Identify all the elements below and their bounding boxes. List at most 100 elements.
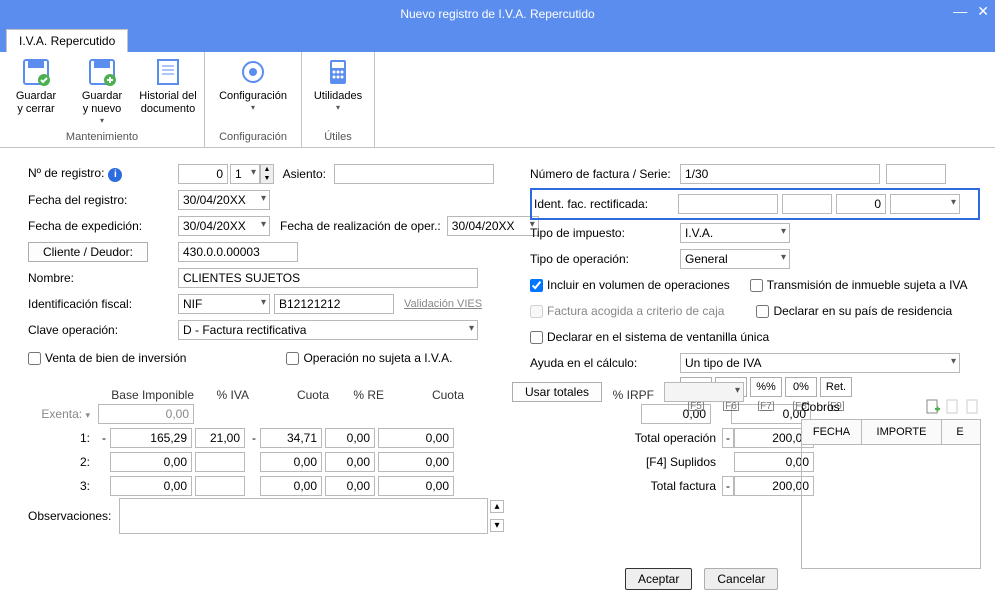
btn-pctpct[interactable]: %%: [750, 377, 782, 397]
total-factura-label: Total factura: [592, 479, 722, 493]
gh-base: Base Imponible: [98, 388, 198, 402]
identrect-label: Ident. fac. rectificada:: [534, 197, 678, 211]
chk-volumen[interactable]: Incluir en volumen de operaciones: [530, 278, 730, 292]
info-icon[interactable]: i: [108, 168, 122, 182]
idfiscal-type-select[interactable]: NIF: [178, 294, 270, 314]
hint-f6: [F6]: [715, 401, 747, 412]
history-button[interactable]: Historial del documento: [138, 56, 198, 116]
cobros-add-icon[interactable]: [925, 399, 941, 415]
suplidos-label: [F4] Suplidos: [592, 455, 722, 469]
tab-iva-repercutido[interactable]: I.V.A. Repercutido: [6, 29, 128, 52]
validacion-vies-link[interactable]: Validación VIES: [404, 298, 482, 310]
aceptar-button[interactable]: Aceptar: [625, 568, 692, 590]
row2-cuota2[interactable]: 0,00: [378, 452, 454, 472]
save-new-icon: [86, 56, 118, 88]
row-exenta-label: Exenta: ▾: [28, 407, 98, 421]
row1-cuota2[interactable]: 0,00: [378, 428, 454, 448]
row2-re[interactable]: 0,00: [325, 452, 375, 472]
close-icon[interactable]: ✕: [977, 4, 989, 18]
irpf-type-select: [664, 382, 744, 402]
ayuda-calculo-select[interactable]: Un tipo de IVA: [680, 353, 960, 373]
btn-0pct[interactable]: 0%: [785, 377, 817, 397]
window-title: Nuevo registro de I.V.A. Repercutido: [400, 7, 594, 21]
tipooperacion-label: Tipo de operación:: [530, 252, 680, 266]
tabstrip: I.V.A. Repercutido: [0, 28, 995, 52]
save-close-icon: [20, 56, 52, 88]
gh-cuota: Cuota: [253, 388, 333, 402]
identrect-input-1[interactable]: [678, 194, 778, 214]
nregistro-series-select[interactable]: 1: [230, 164, 260, 184]
fecha-expedicion-label: Fecha de expedición:: [28, 219, 178, 233]
config-button[interactable]: Configuración ▾: [211, 56, 295, 112]
ribbon: Guardar y cerrar Guardar y nuevo ▾ Histo…: [0, 52, 995, 148]
totfac-sign: -: [722, 476, 734, 496]
observaciones-input[interactable]: [119, 498, 488, 534]
fecha-oper-label: Fecha de realización de oper.:: [280, 219, 441, 233]
row3-base[interactable]: 0,00: [110, 476, 192, 496]
idfiscal-input[interactable]: [274, 294, 394, 314]
row1-label: 1:: [28, 431, 98, 445]
totop-sign: -: [722, 428, 734, 448]
clave-operacion-select[interactable]: D - Factura rectificativa: [178, 320, 478, 340]
history-icon: [152, 56, 184, 88]
chk-residencia[interactable]: Declarar en su país de residencia: [756, 304, 952, 318]
nregistro-input[interactable]: [178, 164, 228, 184]
cobros-col-e: E: [942, 420, 978, 444]
row3-iva[interactable]: [195, 476, 245, 496]
cliente-input[interactable]: [178, 242, 298, 262]
row2-base[interactable]: 0,00: [110, 452, 192, 472]
btn-ret[interactable]: Ret.: [820, 377, 852, 397]
cobros-table[interactable]: FECHA IMPORTE E: [801, 419, 981, 569]
asiento-input[interactable]: [334, 164, 494, 184]
numfactura-serie-input[interactable]: [886, 164, 946, 184]
tipooperacion-select[interactable]: General: [680, 249, 790, 269]
row1-cuota-sign: -: [248, 431, 260, 445]
asiento-label: Asiento:: [274, 167, 334, 181]
utils-button[interactable]: Utilidades ▾: [308, 56, 368, 112]
identrect-input-2[interactable]: [782, 194, 832, 214]
chk-no-sujeta[interactable]: Operación no sujeta a I.V.A.: [286, 351, 452, 365]
fecha-registro-input[interactable]: 30/04/20XX: [178, 190, 270, 210]
ayuda-calculo-label: Ayuda en el cálculo:: [530, 356, 680, 370]
minimize-icon[interactable]: —: [953, 4, 967, 18]
row1-sign: -: [98, 431, 110, 445]
utils-label: Utilidades: [263, 90, 413, 103]
row2-cuota[interactable]: 0,00: [260, 452, 322, 472]
chevron-down-icon: ▾: [251, 103, 255, 112]
obs-up[interactable]: ▴: [490, 500, 504, 513]
fecha-oper-input[interactable]: 30/04/20XX: [447, 216, 539, 236]
gh-pctiva: % IVA: [198, 388, 253, 402]
chk-transmision[interactable]: Transmisión de inmueble sujeta a IVA: [750, 278, 968, 292]
row3-cuota2[interactable]: 0,00: [378, 476, 454, 496]
row1-iva[interactable]: 21,00: [195, 428, 245, 448]
row1-cuota[interactable]: 34,71: [260, 428, 322, 448]
cobros-col-importe: IMPORTE: [862, 420, 942, 444]
cobros-edit-icon[interactable]: [945, 399, 961, 415]
row3-cuota[interactable]: 0,00: [260, 476, 322, 496]
hint-f5: [F5]: [680, 401, 712, 412]
obs-down[interactable]: ▾: [490, 519, 504, 532]
hint-f7: [F7]: [750, 401, 782, 412]
gh-cuota2: Cuota: [388, 388, 468, 402]
nombre-input[interactable]: [178, 268, 478, 288]
fecha-expedicion-input[interactable]: 30/04/20XX: [178, 216, 270, 236]
cancelar-button[interactable]: Cancelar: [704, 568, 778, 590]
gh-pctre: % RE: [333, 388, 388, 402]
tipoimpuesto-select[interactable]: I.V.A.: [680, 223, 790, 243]
chk-ventanilla[interactable]: Declarar en el sistema de ventanilla úni…: [530, 330, 769, 344]
total-operacion-label: Total operación: [592, 431, 722, 445]
ribbon-group-maintenance: Mantenimiento: [66, 129, 138, 147]
row1-base[interactable]: 165,29: [110, 428, 192, 448]
cliente-deudor-button[interactable]: Cliente / Deudor:: [28, 242, 148, 262]
row1-re[interactable]: 0,00: [325, 428, 375, 448]
identrect-input-3[interactable]: [836, 194, 886, 214]
chk-venta-inversion[interactable]: Venta de bien de inversión: [28, 351, 186, 365]
nregistro-spinner[interactable]: ▲▼: [260, 164, 274, 184]
identrect-select[interactable]: [890, 194, 960, 214]
row2-iva[interactable]: [195, 452, 245, 472]
calculator-icon: [322, 56, 354, 88]
cobros-delete-icon[interactable]: [965, 399, 981, 415]
row3-re[interactable]: 0,00: [325, 476, 375, 496]
ident-rectificada-highlight: Ident. fac. rectificada:: [530, 188, 980, 220]
numfactura-input[interactable]: [680, 164, 880, 184]
